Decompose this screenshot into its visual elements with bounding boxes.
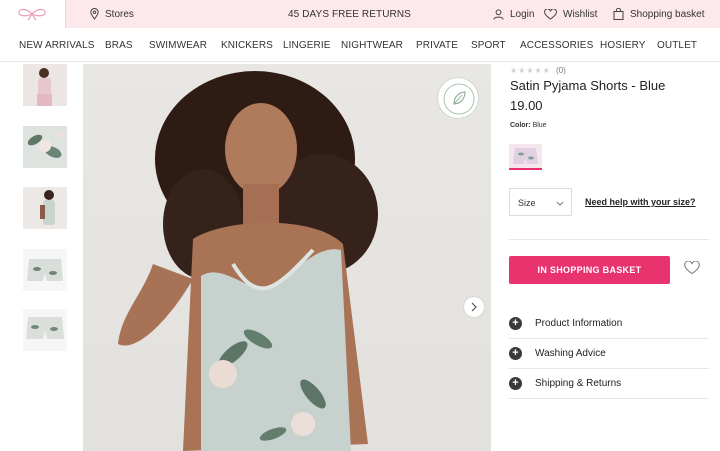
accordion-shipping-returns[interactable]: + Shipping & Returns bbox=[509, 369, 709, 399]
add-to-wishlist-button[interactable] bbox=[684, 260, 700, 280]
shorts-back-thumbnail-image bbox=[23, 309, 67, 351]
accordion-product-information[interactable]: + Product Information bbox=[509, 309, 709, 339]
main-nav: NEW ARRIVALS BRAS SWIMWEAR KNICKERS LING… bbox=[0, 28, 720, 62]
accordion-washing-advice[interactable]: + Washing Advice bbox=[509, 339, 709, 369]
wishlist-link[interactable]: Wishlist bbox=[544, 0, 597, 28]
size-select[interactable]: Size bbox=[509, 188, 572, 216]
nav-nightwear[interactable]: NIGHTWEAR bbox=[341, 28, 403, 62]
accordion-label: Product Information bbox=[535, 318, 623, 329]
thumbnail-4[interactable] bbox=[23, 249, 67, 291]
sustainable-badge bbox=[437, 77, 479, 119]
model-photo bbox=[118, 71, 378, 451]
model-back-thumbnail-image bbox=[23, 187, 67, 229]
size-help-link[interactable]: Need help with your size? bbox=[585, 197, 696, 207]
color-swatch-blue[interactable] bbox=[509, 144, 542, 170]
next-image-button[interactable] bbox=[464, 297, 484, 317]
shorts-front-thumbnail-image bbox=[23, 249, 67, 291]
nav-bras[interactable]: BRAS bbox=[105, 28, 133, 62]
user-icon bbox=[493, 8, 504, 20]
thumbnail-2[interactable] bbox=[23, 126, 67, 168]
divider bbox=[509, 239, 709, 240]
shorts-print-thumbnail-image bbox=[23, 126, 67, 168]
review-count[interactable]: (0) bbox=[556, 66, 566, 75]
color-value: Blue bbox=[532, 122, 547, 129]
login-label: Login bbox=[510, 8, 535, 20]
returns-banner[interactable]: 45 DAYS FREE RETURNS bbox=[288, 0, 411, 28]
chevron-right-icon bbox=[471, 302, 477, 312]
shopping-basket-link[interactable]: Shopping basket bbox=[613, 0, 705, 28]
thumbnail-5[interactable] bbox=[23, 309, 67, 351]
logo[interactable] bbox=[0, 0, 66, 28]
size-select-label: Size bbox=[518, 198, 536, 208]
product-title: Satin Pyjama Shorts - Blue bbox=[510, 78, 666, 93]
nav-outlet[interactable]: OUTLET bbox=[657, 28, 697, 62]
shopping-bag-icon bbox=[613, 8, 624, 20]
heart-icon bbox=[684, 260, 700, 275]
login-link[interactable]: Login bbox=[493, 0, 534, 28]
product-price: 19.00 bbox=[510, 98, 543, 113]
nav-sport[interactable]: SPORT bbox=[471, 28, 506, 62]
model-thumbnail-image bbox=[23, 64, 67, 106]
rating-stars: ★★★★★ bbox=[510, 66, 551, 75]
nav-swimwear[interactable]: SWIMWEAR bbox=[149, 28, 207, 62]
stores-link[interactable]: Stores bbox=[90, 0, 134, 28]
nav-new-arrivals[interactable]: NEW ARRIVALS bbox=[19, 28, 94, 62]
nav-knickers[interactable]: KNICKERS bbox=[221, 28, 273, 62]
accordion-label: Washing Advice bbox=[535, 348, 606, 359]
accordion-label: Shipping & Returns bbox=[535, 378, 622, 389]
heart-icon bbox=[544, 8, 557, 20]
nav-accessories[interactable]: ACCESSORIES bbox=[520, 28, 593, 62]
chevron-down-icon bbox=[556, 201, 564, 206]
thumbnail-1[interactable] bbox=[23, 64, 67, 106]
basket-label: Shopping basket bbox=[630, 8, 705, 20]
location-pin-icon bbox=[90, 8, 99, 20]
bow-logo-icon bbox=[18, 8, 46, 21]
plus-icon: + bbox=[509, 317, 522, 330]
color-label: Color: bbox=[510, 122, 531, 129]
plus-icon: + bbox=[509, 377, 522, 390]
wishlist-label: Wishlist bbox=[563, 8, 598, 20]
top-bar: Stores 45 DAYS FREE RETURNS Login Wishli… bbox=[0, 0, 720, 28]
add-to-basket-button[interactable]: IN SHOPPING BASKET bbox=[509, 256, 670, 284]
swatch-image bbox=[509, 144, 542, 168]
product-main-image[interactable] bbox=[83, 64, 491, 451]
nav-lingerie[interactable]: LINGERIE bbox=[283, 28, 330, 62]
stores-label: Stores bbox=[105, 8, 134, 20]
plus-icon: + bbox=[509, 347, 522, 360]
nav-hosiery[interactable]: HOSIERY bbox=[600, 28, 646, 62]
nav-private[interactable]: PRIVATE bbox=[416, 28, 458, 62]
leaf-badge-icon bbox=[443, 83, 475, 115]
thumbnail-3[interactable] bbox=[23, 187, 67, 229]
color-line: Color: Blue bbox=[510, 122, 547, 129]
